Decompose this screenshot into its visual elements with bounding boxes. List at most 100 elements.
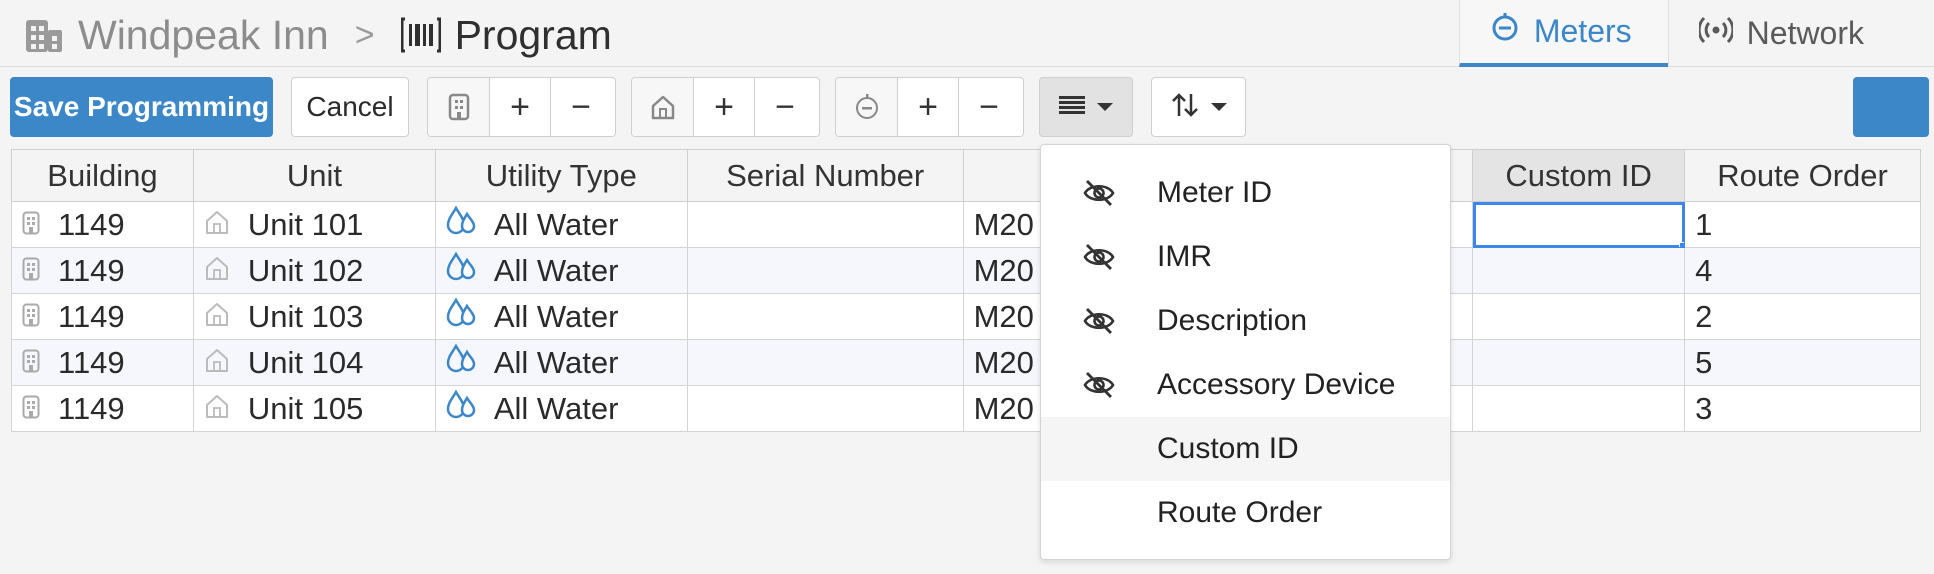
- barcode-icon: [400, 16, 441, 54]
- cell-route-order[interactable]: 5: [1684, 339, 1921, 386]
- add-unit-button[interactable]: +: [693, 78, 754, 136]
- utility-value: All Water: [493, 298, 619, 334]
- cell-route-order[interactable]: 3: [1684, 385, 1921, 432]
- tab-network[interactable]: Network: [1667, 0, 1900, 67]
- tab-network-label: Network: [1746, 15, 1864, 51]
- remove-unit-button[interactable]: −: [754, 78, 815, 136]
- home-icon: [204, 391, 248, 427]
- cancel-button[interactable]: Cancel: [291, 77, 409, 137]
- water-icon: [446, 250, 494, 291]
- home-icon: [204, 253, 248, 289]
- cell-unit[interactable]: Unit 104: [192, 339, 436, 386]
- building-value: 1149: [58, 252, 125, 288]
- building-icon: [22, 345, 58, 381]
- cell-serial-number[interactable]: [686, 201, 964, 248]
- cell-unit[interactable]: Unit 103: [192, 293, 436, 340]
- cell-serial-number[interactable]: [686, 339, 964, 386]
- cell-custom-id[interactable]: [1472, 385, 1686, 432]
- column-header-serial-number[interactable]: Serial Number: [686, 149, 964, 202]
- menu-item-label: Accessory Device: [1157, 368, 1396, 401]
- table-row[interactable]: 1149 Unit 102 All Water M20 4: [11, 247, 1921, 294]
- home-icon: [632, 78, 693, 136]
- unit-value: Unit 101: [247, 206, 364, 242]
- water-icon: [446, 342, 494, 383]
- column-header-custom-id[interactable]: Custom ID: [1472, 149, 1686, 202]
- utility-value: All Water: [493, 344, 619, 380]
- table-row[interactable]: 1149 Unit 103 All Water M20 2: [11, 293, 1921, 340]
- cell-custom-id[interactable]: [1472, 293, 1686, 340]
- cell-utility-type[interactable]: All Water: [434, 339, 688, 386]
- sort-menu-button[interactable]: [1151, 77, 1246, 137]
- cell-unit[interactable]: Unit 102: [192, 247, 436, 294]
- building-value: 1149: [58, 298, 125, 334]
- table-row[interactable]: 1149 Unit 104 All Water M20 5: [11, 339, 1921, 386]
- building-value: 1149: [58, 206, 125, 242]
- cell-building[interactable]: 1149: [11, 293, 194, 340]
- building-value: 1149: [58, 344, 125, 380]
- cell-utility-type[interactable]: All Water: [434, 201, 688, 248]
- column-header-building[interactable]: Building: [11, 149, 194, 202]
- remove-meter-button[interactable]: −: [958, 78, 1019, 136]
- meter-icon: [1490, 12, 1534, 51]
- cell-building[interactable]: 1149: [11, 247, 194, 294]
- cell-custom-id[interactable]: [1472, 339, 1686, 386]
- table-row[interactable]: 1149 Unit 105 All Water M20 3: [11, 385, 1921, 432]
- fill-handle[interactable]: [1679, 242, 1684, 247]
- cell-serial-number[interactable]: [686, 293, 964, 340]
- utility-value: All Water: [493, 252, 619, 288]
- add-meter-button[interactable]: +: [897, 78, 958, 136]
- tab-meters[interactable]: Meters: [1458, 0, 1668, 67]
- building-add-remove-group: + −: [427, 77, 616, 137]
- table-row[interactable]: 1149 Unit 101 All Water M20 1: [11, 201, 1921, 248]
- cell-building[interactable]: 1149: [11, 201, 194, 248]
- column-header-route-order[interactable]: Route Order: [1684, 149, 1921, 202]
- save-programming-button[interactable]: Save Programming: [10, 77, 273, 137]
- cell-route-order[interactable]: 2: [1684, 293, 1921, 340]
- cell-custom-id[interactable]: [1472, 201, 1686, 248]
- add-building-button[interactable]: +: [489, 78, 550, 136]
- menu-item-meter-id[interactable]: Meter ID: [1041, 161, 1450, 225]
- unit-value: Unit 103: [247, 298, 364, 334]
- cell-building[interactable]: 1149: [11, 385, 194, 432]
- column-header-utility-type[interactable]: Utility Type: [434, 149, 688, 202]
- cell-route-order[interactable]: 1: [1684, 201, 1921, 248]
- unit-value: Unit 104: [247, 344, 364, 380]
- meter-add-remove-group: + −: [835, 77, 1024, 137]
- cell-unit[interactable]: Unit 105: [192, 385, 436, 432]
- cell-utility-type[interactable]: All Water: [434, 293, 688, 340]
- cell-unit[interactable]: Unit 101: [192, 201, 436, 248]
- water-icon: [446, 296, 494, 337]
- cell-serial-number[interactable]: [686, 247, 964, 294]
- meter-icon: [836, 78, 897, 136]
- options-button[interactable]: [1853, 77, 1929, 137]
- cell-route-order[interactable]: 4: [1684, 247, 1921, 294]
- menu-item-label: Route Order: [1157, 496, 1323, 529]
- tab-meters-label: Meters: [1533, 13, 1632, 49]
- utility-value: All Water: [493, 390, 619, 426]
- menu-item-accessory-device[interactable]: Accessory Device: [1041, 353, 1450, 417]
- menu-item-label: IMR: [1157, 240, 1212, 273]
- cell-building[interactable]: 1149: [11, 339, 194, 386]
- menu-item-custom-id[interactable]: Custom ID: [1041, 417, 1450, 481]
- breadcrumb-property[interactable]: Windpeak Inn: [78, 12, 329, 59]
- cell-custom-id[interactable]: [1472, 247, 1686, 294]
- cell-serial-number[interactable]: [686, 385, 964, 432]
- home-icon: [204, 207, 248, 243]
- unit-value: Unit 102: [247, 252, 364, 288]
- menu-item-route-order[interactable]: Route Order: [1041, 481, 1450, 545]
- table-header-row: Building Unit Utility Type Serial Number…: [11, 149, 1921, 202]
- building-icon: [24, 16, 64, 54]
- columns-menu-button[interactable]: [1039, 77, 1133, 137]
- menu-item-imr[interactable]: IMR: [1041, 225, 1450, 289]
- cell-utility-type[interactable]: All Water: [434, 247, 688, 294]
- building-icon: [22, 253, 58, 289]
- remove-building-button[interactable]: −: [550, 78, 611, 136]
- meters-table: Building Unit Utility Type Serial Number…: [11, 149, 1921, 432]
- page-title: Program: [454, 11, 612, 58]
- view-tabs: Meters Network: [1458, 0, 1900, 67]
- list-icon: [1059, 95, 1085, 120]
- menu-item-description[interactable]: Description: [1041, 289, 1450, 353]
- building-icon: [428, 78, 489, 136]
- cell-utility-type[interactable]: All Water: [434, 385, 688, 432]
- column-header-unit[interactable]: Unit: [192, 149, 436, 202]
